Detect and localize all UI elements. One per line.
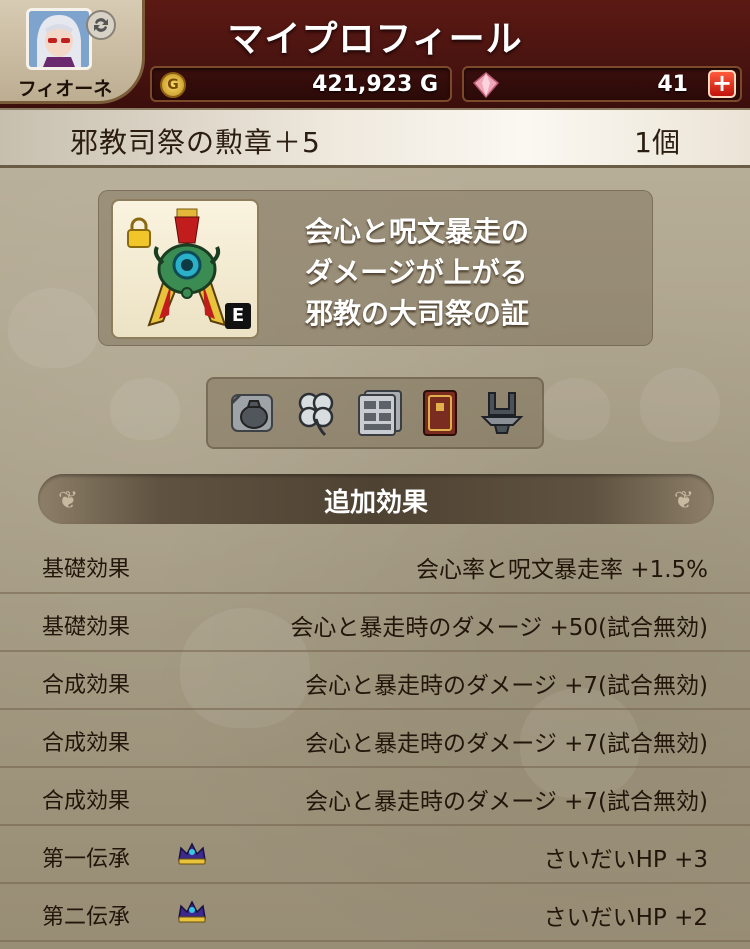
slime-watermark xyxy=(640,368,720,442)
bag-icon[interactable] xyxy=(226,387,278,439)
item-name-band: 邪教司祭の勲章＋5 1個 xyxy=(0,108,750,168)
effect-row: 第二伝承 さいだいHP +2 xyxy=(0,884,750,942)
effect-row: 基礎効果 会心と暴走時のダメージ +50(試合無効) xyxy=(0,594,750,652)
slime-watermark xyxy=(110,378,180,440)
ornament-icon: ❦ xyxy=(673,486,694,514)
medal-icon xyxy=(147,208,227,327)
effect-row: 合成効果 会心と暴走時のダメージ +7(試合無効) xyxy=(0,652,750,710)
item-detail-panel[interactable]: E 会心と呪文暴走の ダメージが上がる 邪教の大司祭の証 ❦ 追加効果 ❦ 基礎… xyxy=(0,168,750,949)
effect-label: 合成効果 xyxy=(42,731,131,756)
anvil-icon[interactable] xyxy=(476,387,528,439)
drawer-icon[interactable] xyxy=(354,387,406,439)
avatar[interactable] xyxy=(26,8,92,70)
effect-value: 会心率と呪文暴走率 +1.5% xyxy=(415,557,708,583)
item-name: 邪教司祭の勲章＋5 xyxy=(70,126,321,159)
item-icon-frame[interactable]: E xyxy=(111,199,259,339)
effect-row: 合成効果 会心と暴走時のダメージ +7(試合無効) xyxy=(0,710,750,768)
effect-value: 会心と暴走時のダメージ +7(試合無効) xyxy=(304,789,708,815)
add-gems-button[interactable]: + xyxy=(708,70,736,98)
effect-value: 会心と暴走時のダメージ +7(試合無効) xyxy=(304,731,708,757)
effect-label: 第二伝承 xyxy=(42,905,131,930)
description-line: 会心と呪文暴走の xyxy=(305,215,530,248)
effect-value: さいだいHP +2 xyxy=(543,905,708,931)
profile-header: マイプロフィール フィオーネ G 421,923 G 41 + xyxy=(0,0,750,108)
avatar-panel[interactable]: フィオーネ xyxy=(0,0,145,104)
effect-label: 基礎効果 xyxy=(42,615,131,640)
effect-label: 第一伝承 xyxy=(42,847,131,872)
gem-icon xyxy=(472,72,500,99)
item-description-card: E 会心と呪文暴走の ダメージが上がる 邪教の大司祭の証 xyxy=(98,190,653,346)
effect-label: 合成効果 xyxy=(42,673,131,698)
switch-character-icon[interactable] xyxy=(86,10,116,40)
description-line: 邪教の大司祭の証 xyxy=(305,297,530,330)
crown-icon xyxy=(178,842,206,865)
effect-value: さいだいHP +3 xyxy=(543,847,708,873)
player-name: フィオーネ xyxy=(17,78,113,100)
effect-label: 合成効果 xyxy=(42,789,131,814)
effect-row: 第一伝承 さいだいHP +3 xyxy=(0,826,750,884)
crown-icon xyxy=(178,900,206,923)
gem-counter: 41 + xyxy=(462,66,742,102)
section-title: 追加効果 xyxy=(323,488,428,518)
gem-amount: 41 xyxy=(657,72,688,97)
effect-row: 基礎効果 会心率と呪文暴走率 +1.5% xyxy=(0,536,750,594)
effect-value: 会心と暴走時のダメージ +50(試合無効) xyxy=(290,615,708,641)
gold-counter: G 421,923 G xyxy=(150,66,452,102)
effect-value: 会心と暴走時のダメージ +7(試合無効) xyxy=(304,673,708,699)
effect-label: 基礎効果 xyxy=(42,557,131,582)
item-action-bar xyxy=(206,377,544,449)
slime-watermark xyxy=(8,288,98,368)
additional-effects-header: ❦ 追加効果 ❦ xyxy=(38,474,714,524)
gold-coin-icon: G xyxy=(160,72,186,98)
book-icon[interactable] xyxy=(414,387,466,439)
clover-icon[interactable] xyxy=(290,387,342,439)
gold-amount: 421,923 G xyxy=(312,72,438,97)
slime-watermark xyxy=(540,378,610,440)
equipped-badge: E xyxy=(225,303,251,329)
item-count: 1個 xyxy=(634,126,680,159)
effect-row: 合成効果 会心と暴走時のダメージ +7(試合無効) xyxy=(0,768,750,826)
item-description: 会心と呪文暴走の ダメージが上がる 邪教の大司祭の証 xyxy=(305,211,645,334)
description-line: ダメージが上がる xyxy=(305,256,528,289)
